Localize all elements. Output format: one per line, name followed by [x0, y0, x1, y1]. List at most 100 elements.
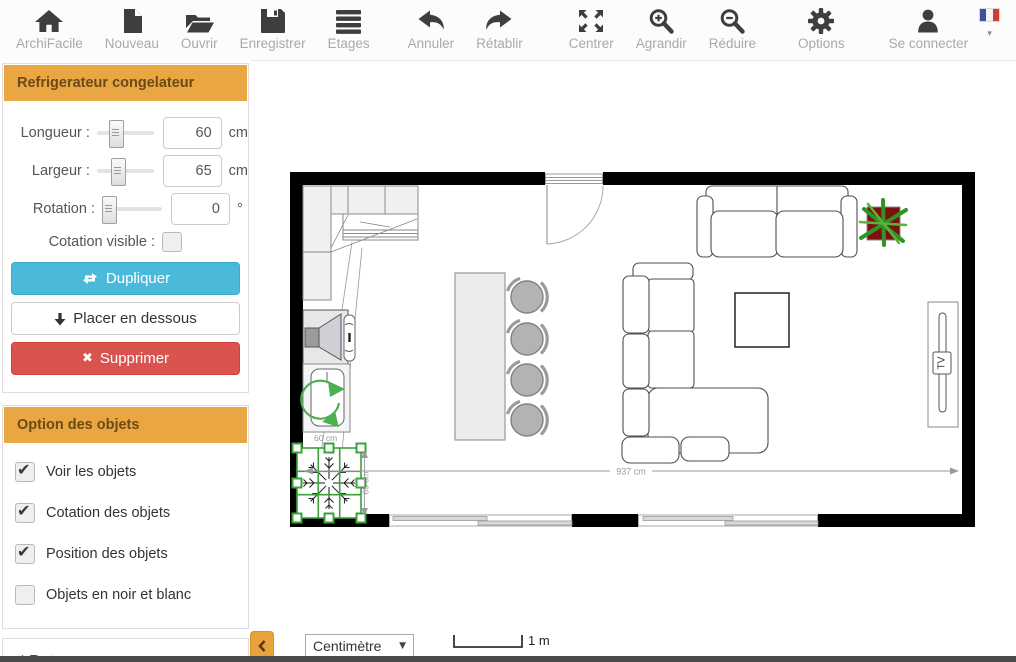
toolbar-item-options[interactable]: Options	[787, 0, 856, 60]
cotation-des-objets-checkbox[interactable]	[15, 503, 35, 523]
sliding-window-right[interactable]	[638, 514, 818, 527]
toolbar-item-retablir[interactable]: Rétablir	[465, 0, 534, 60]
redo-icon	[484, 7, 514, 35]
center-expand-icon	[576, 7, 606, 35]
scale-ruler-icon	[453, 632, 523, 650]
selected-fridge[interactable]	[293, 444, 366, 523]
rotation-label: Rotation :	[3, 201, 95, 217]
width-unit: cm	[229, 163, 248, 179]
toolbar-label: Options	[798, 36, 845, 51]
home-icon	[34, 7, 64, 35]
rotation-slider[interactable]	[102, 207, 162, 211]
checkbox-label: Objets en noir et blanc	[46, 587, 191, 603]
user-icon	[913, 7, 943, 35]
undo-icon	[416, 7, 446, 35]
save-icon	[260, 7, 286, 35]
cotation-visible-label: Cotation visible :	[3, 234, 155, 250]
unit-select-value: Centimètre	[313, 638, 381, 654]
zoom-out-icon	[718, 7, 746, 35]
toolbar-item-centrer[interactable]: Centrer	[558, 0, 625, 60]
scale-label: 1 m	[528, 633, 550, 648]
toolbar-item-nouveau[interactable]: Nouveau	[94, 0, 170, 60]
voir-les-objets-checkbox[interactable]	[15, 462, 35, 482]
toolbar-item-ouvrir[interactable]: Ouvrir	[170, 0, 229, 60]
length-label: Longueur :	[3, 125, 90, 141]
object-height-dimension: 65 cm	[361, 471, 371, 494]
toolbar-label: Annuler	[408, 36, 455, 51]
plant[interactable]	[860, 200, 906, 245]
checkbox-row-noir-et-blanc: Objets en noir et blanc	[15, 585, 248, 605]
toolbar-label: Enregistrer	[240, 36, 306, 51]
toolbar-item-archifacile[interactable]: ArchiFacile	[0, 0, 94, 60]
main-toolbar: ArchiFacile Nouveau Ouvrir Enregistrer E…	[0, 0, 1016, 61]
length-slider[interactable]	[97, 131, 154, 135]
length-input[interactable]	[163, 117, 222, 149]
toolbar-item-se-connecter[interactable]: Se connecter	[878, 0, 980, 60]
slider-thumb[interactable]	[111, 158, 126, 186]
length-unit: cm	[229, 125, 248, 141]
position-des-objets-checkbox[interactable]	[15, 544, 35, 564]
duplicate-icon	[81, 272, 99, 285]
object-properties-panel: Refrigerateur congelateur Longueur : cm …	[2, 63, 249, 393]
floor-plan-canvas[interactable]: TV 6	[252, 60, 1016, 656]
cotation-visible-checkbox[interactable]	[162, 232, 182, 252]
sliding-window-left[interactable]	[389, 514, 572, 527]
layers-icon	[335, 7, 362, 35]
coffee-table[interactable]	[735, 293, 789, 347]
delete-button[interactable]: ✖ Supprimer	[11, 342, 240, 375]
toolbar-item-enregistrer[interactable]: Enregistrer	[229, 0, 317, 60]
toolbar-label: ArchiFacile	[16, 36, 83, 51]
language-selector[interactable]: ▾	[979, 0, 1000, 60]
objets-noir-et-blanc-checkbox[interactable]	[15, 585, 35, 605]
scale-bar: 1 m	[453, 632, 550, 650]
toolbar-label: Rétablir	[476, 36, 523, 51]
cotation-visible-row: Cotation visible :	[3, 232, 248, 252]
sofa[interactable]	[697, 186, 857, 257]
slider-thumb[interactable]	[102, 196, 117, 224]
kitchen-island[interactable]	[455, 273, 505, 440]
gear-icon	[807, 7, 835, 35]
tv-unit[interactable]: TV	[928, 302, 958, 427]
room-width-dimension: 937 cm	[616, 467, 646, 477]
duplicate-button-label: Dupliquer	[106, 270, 170, 287]
chevron-down-icon: ▼	[399, 641, 406, 651]
bottom-strip	[0, 656, 1016, 662]
place-below-button[interactable]: Placer en dessous	[11, 302, 240, 335]
tv-label: TV	[937, 356, 948, 369]
bar-stools[interactable]	[508, 278, 548, 436]
french-flag-icon	[979, 8, 1000, 22]
object-width-dimension: 60 cm	[314, 433, 337, 443]
toolbar-item-annuler[interactable]: Annuler	[397, 0, 466, 60]
toolbar-label: Nouveau	[105, 36, 159, 51]
arrow-down-icon	[54, 312, 66, 326]
x-icon: ✖	[82, 351, 93, 366]
chevron-down-icon: ▾	[987, 29, 992, 39]
checkbox-row-cotation-des-objets: Cotation des objets	[15, 503, 248, 523]
checkbox-row-position-des-objets: Position des objets	[15, 544, 248, 564]
zoom-in-icon	[647, 7, 675, 35]
checkbox-label: Cotation des objets	[46, 505, 170, 521]
slider-thumb[interactable]	[109, 120, 124, 148]
checkbox-label: Voir les objets	[46, 464, 136, 480]
new-file-icon	[119, 7, 145, 35]
length-row: Longueur : cm	[3, 115, 248, 150]
toolbar-item-etages[interactable]: Etages	[317, 0, 381, 60]
toolbar-item-reduire[interactable]: Réduire	[698, 0, 767, 60]
duplicate-button[interactable]: Dupliquer	[11, 262, 240, 295]
place-below-button-label: Placer en dessous	[73, 310, 196, 327]
width-row: Largeur : cm	[3, 153, 248, 188]
toolbar-item-agrandir[interactable]: Agrandir	[625, 0, 698, 60]
kitchen-appliance[interactable]	[303, 310, 355, 364]
width-slider[interactable]	[97, 169, 154, 173]
left-sidebar: Refrigerateur congelateur Longueur : cm …	[0, 60, 251, 656]
checkbox-row-voir-les-objets: Voir les objets	[15, 462, 248, 482]
toolbar-label: Ouvrir	[181, 36, 218, 51]
unit-select[interactable]: Centimètre ▼	[305, 634, 414, 657]
toolbar-label: Centrer	[569, 36, 614, 51]
width-input[interactable]	[163, 155, 222, 187]
options-panel-title: Option des objets	[4, 407, 247, 443]
rotation-input[interactable]	[171, 193, 230, 225]
entry-door[interactable]	[545, 172, 603, 244]
toolbar-label: Réduire	[709, 36, 756, 51]
delete-button-label: Supprimer	[100, 350, 169, 367]
